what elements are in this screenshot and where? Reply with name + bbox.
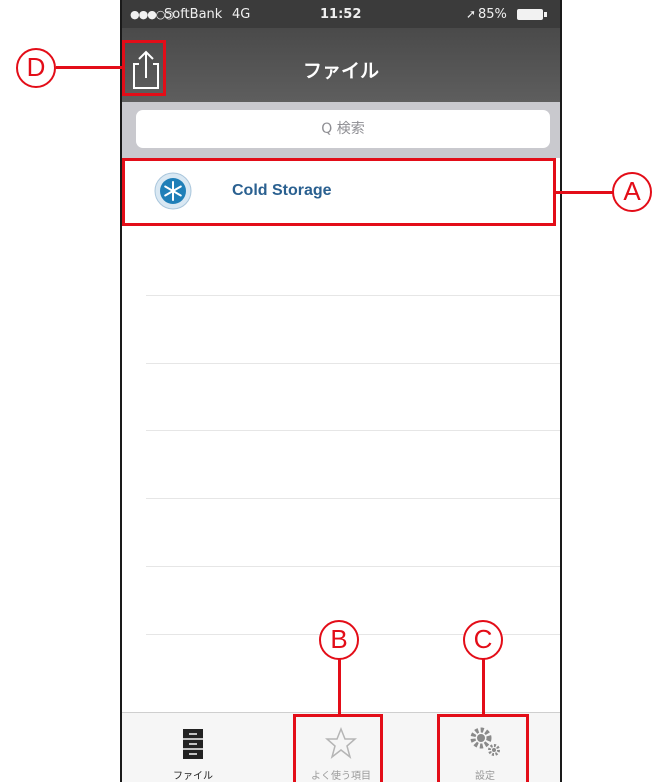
- search-bar: Q 検索: [122, 102, 560, 158]
- callout-line-a: [556, 191, 613, 194]
- page-title: ファイル: [302, 60, 379, 82]
- phone-screen: ●●●○○ SoftBank 4G 11:52 ➚ 85% ファイル Q 検索: [120, 0, 562, 782]
- tab-files[interactable]: ファイル: [148, 713, 238, 782]
- carrier-name: SoftBank: [164, 7, 223, 22]
- callout-label-c: C: [463, 620, 503, 660]
- callout-label-b: B: [319, 620, 359, 660]
- callout-label-d: D: [16, 48, 56, 88]
- search-input[interactable]: Q 検索: [136, 110, 550, 148]
- battery-icon: [517, 9, 547, 20]
- list-divider: [146, 498, 560, 499]
- callout-box-d: [122, 40, 166, 96]
- callout-label-a: A: [612, 172, 652, 212]
- callout-box-c: [437, 714, 529, 782]
- list-divider: [146, 566, 560, 567]
- file-cabinet-icon: [183, 729, 203, 759]
- callout-box-a: [122, 158, 556, 226]
- battery-percent: 85%: [478, 7, 507, 22]
- network-type: 4G: [232, 7, 251, 22]
- callout-line-d: [56, 66, 123, 69]
- clock: 11:52: [320, 7, 362, 22]
- tab-label: ファイル: [173, 771, 213, 782]
- list-divider: [146, 295, 560, 296]
- status-bar: ●●●○○ SoftBank 4G 11:52 ➚ 85%: [122, 0, 560, 28]
- callout-box-b: [293, 714, 383, 782]
- list-divider: [146, 430, 560, 431]
- navigation-bar: ファイル: [122, 28, 560, 102]
- callout-line-c: [482, 659, 485, 715]
- location-icon: ➚: [466, 7, 477, 21]
- list-divider: [146, 363, 560, 364]
- callout-line-b: [338, 659, 341, 715]
